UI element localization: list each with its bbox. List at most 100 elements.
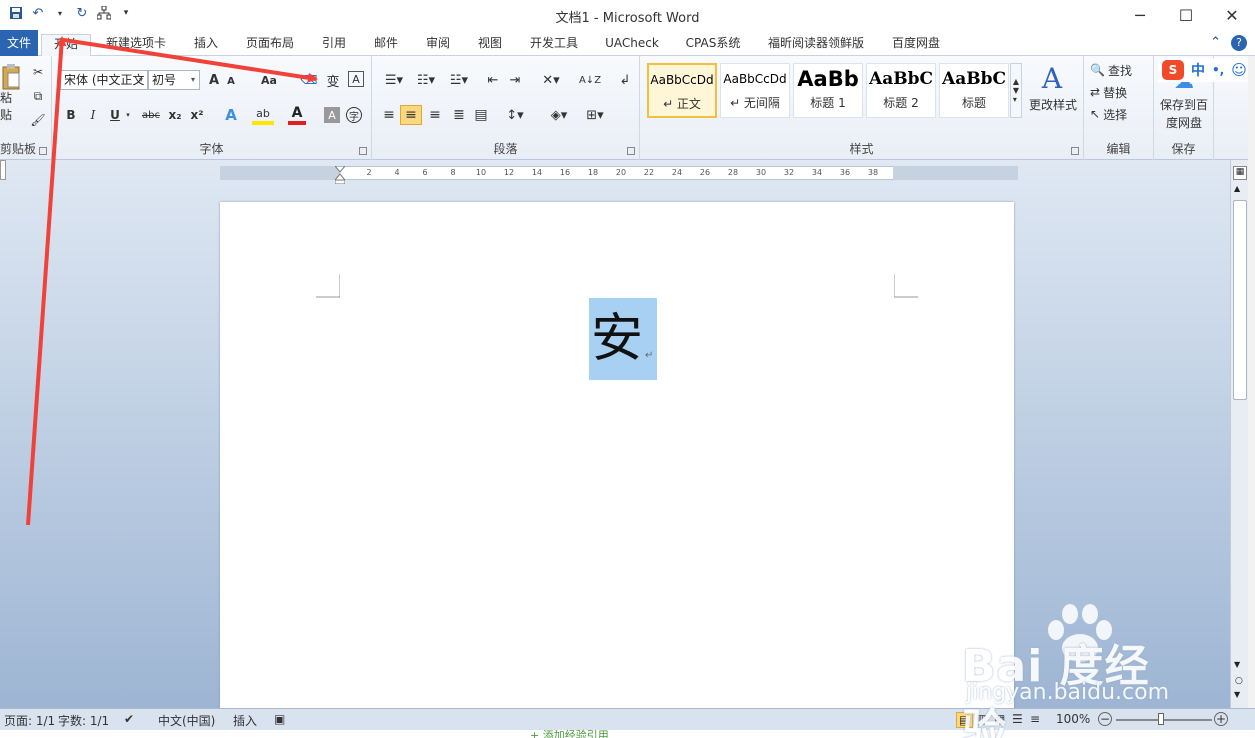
next-page-icon[interactable]: ▼ xyxy=(1234,690,1240,699)
save-to-netdisk-line2[interactable]: 度网盘 xyxy=(1154,114,1214,130)
format-painter-icon[interactable]: 🖌 xyxy=(30,112,46,128)
customize-qat-icon[interactable]: ▾ xyxy=(118,5,134,21)
browse-object-icon[interactable]: ○ xyxy=(1235,676,1243,686)
tab-file[interactable]: 文件 xyxy=(0,30,38,56)
character-border-icon[interactable]: A xyxy=(348,71,364,87)
tab-view[interactable]: 视图 xyxy=(470,34,510,56)
font-name-select[interactable]: 宋体 (中文正文 ▾ xyxy=(60,70,148,90)
styles-launcher-icon[interactable] xyxy=(1071,147,1079,155)
enclose-characters-icon[interactable]: 字 xyxy=(346,107,362,123)
styles-scroll-icon[interactable]: ▲ ▼ ▾ xyxy=(1010,63,1022,118)
style-no-spacing[interactable]: AaBbCcDd ↵ 无间隔 xyxy=(720,63,790,118)
style-heading-1[interactable]: AaBb 标题 1 xyxy=(793,63,863,118)
italic-button[interactable]: I xyxy=(86,106,100,124)
decrease-indent-icon[interactable]: ⇤ xyxy=(484,71,502,89)
tab-foxit-reader[interactable]: 福昕阅读器领鲜版 xyxy=(762,34,870,56)
replace-button[interactable]: ⇄ 替换 xyxy=(1090,83,1150,101)
save-icon[interactable] xyxy=(8,5,24,21)
close-button[interactable]: ✕ xyxy=(1209,0,1255,30)
style-title[interactable]: AaBbC 标题 xyxy=(939,63,1009,118)
align-right-icon[interactable]: ≡ xyxy=(426,106,444,124)
cut-icon[interactable]: ✂ xyxy=(30,64,46,80)
copy-icon[interactable]: ⧉ xyxy=(30,88,46,104)
tab-page-layout[interactable]: 页面布局 xyxy=(240,34,300,56)
scrollbar-thumb[interactable] xyxy=(1233,200,1247,400)
numbering-icon[interactable]: ☷▾ xyxy=(412,71,440,89)
font-size-select[interactable]: 初号 ▾ xyxy=(148,70,200,90)
show-marks-icon[interactable]: ↲ xyxy=(616,71,634,89)
undo-icon[interactable]: ↶ xyxy=(30,5,46,21)
selected-text[interactable]: 安 xyxy=(589,298,657,380)
scroll-up-icon[interactable]: ▲ xyxy=(1234,184,1240,193)
paragraph-launcher-icon[interactable] xyxy=(627,147,635,155)
add-reference-link[interactable]: + 添加经验引用 xyxy=(530,727,609,738)
ime-toolbar[interactable]: S 中 •, ☺ xyxy=(1158,58,1255,82)
ime-emoji-icon[interactable]: ☺ xyxy=(1231,61,1247,79)
tab-references[interactable]: 引用 xyxy=(314,34,354,56)
find-button[interactable]: 🔍 查找 xyxy=(1090,61,1150,79)
ime-punctuation-toggle[interactable]: •, xyxy=(1212,63,1224,77)
chinese-layout-icon[interactable]: ✕▾ xyxy=(538,71,564,89)
tab-new-tab[interactable]: 新建选项卡 xyxy=(100,34,172,56)
bold-button[interactable]: B xyxy=(64,106,78,124)
increase-indent-icon[interactable]: ⇥ xyxy=(506,71,524,89)
clear-format-icon[interactable]: ⌫ xyxy=(300,71,318,89)
proofing-icon[interactable]: ✔ xyxy=(124,712,134,726)
subscript-button[interactable]: x₂ xyxy=(166,106,184,124)
align-center-icon[interactable]: ≡ xyxy=(400,105,422,125)
bullets-icon[interactable]: ☰▾ xyxy=(380,71,408,89)
change-styles-icon[interactable]: A xyxy=(1028,60,1076,96)
text-effects-icon[interactable]: A xyxy=(220,105,242,125)
clipboard-launcher-icon[interactable] xyxy=(39,147,47,155)
style-heading-2[interactable]: AaBbC 标题 2 xyxy=(866,63,936,118)
tab-baidu-netdisk[interactable]: 百度网盘 xyxy=(886,34,946,56)
justify-icon[interactable]: ≣ xyxy=(450,106,468,124)
sort-icon[interactable]: A↓Z xyxy=(579,70,601,90)
multilevel-list-icon[interactable]: ☳▾ xyxy=(444,71,474,89)
strikethrough-button[interactable]: abc xyxy=(140,106,162,124)
page-count[interactable]: 页面: 1/1 xyxy=(4,712,55,729)
help-icon[interactable]: ? xyxy=(1231,35,1247,51)
ruler-view-icon[interactable]: ▦ xyxy=(1233,166,1247,180)
underline-dropdown-icon[interactable]: ▾ xyxy=(124,106,132,124)
tab-cpas[interactable]: CPAS系统 xyxy=(680,34,746,56)
style-normal[interactable]: AaBbCcDd ↵ 正文 xyxy=(647,63,717,118)
ime-language-toggle[interactable]: 中 xyxy=(1191,60,1205,80)
collapse-ribbon-icon[interactable]: ⌃ xyxy=(1210,35,1221,51)
character-shading-icon[interactable]: A xyxy=(324,107,340,123)
change-case-button[interactable]: Aa xyxy=(258,71,280,89)
font-launcher-icon[interactable] xyxy=(359,147,367,155)
insert-mode-indicator[interactable]: 插入 xyxy=(233,712,257,729)
distributed-icon[interactable]: ▤ xyxy=(472,106,490,124)
language-indicator[interactable]: 中文(中国) xyxy=(158,712,215,729)
tab-developer[interactable]: 开发工具 xyxy=(524,34,584,56)
underline-button[interactable]: U xyxy=(108,106,122,124)
ruler-toggle-icon[interactable] xyxy=(0,160,6,180)
dropdown-arrow-icon[interactable]: ▾ xyxy=(52,5,68,21)
scroll-down-icon[interactable]: ▼ xyxy=(1234,660,1240,669)
superscript-button[interactable]: x² xyxy=(188,106,206,124)
save-to-netdisk-line1[interactable]: 保存到百 xyxy=(1154,96,1214,112)
tab-uacheck[interactable]: UACheck xyxy=(600,34,664,56)
line-spacing-icon[interactable]: ↕▾ xyxy=(502,106,528,124)
grow-font-button[interactable]: A xyxy=(206,71,222,89)
font-color-icon[interactable]: A xyxy=(288,105,306,125)
word-count[interactable]: 字数: 1/1 xyxy=(58,712,109,729)
phonetic-guide-icon[interactable]: 变 xyxy=(322,70,344,90)
change-styles-button[interactable]: 更改样式 xyxy=(1026,96,1080,112)
maximize-button[interactable]: ☐ xyxy=(1163,0,1209,30)
tab-review[interactable]: 审阅 xyxy=(418,34,458,56)
shading-icon[interactable]: ◈▾ xyxy=(544,105,574,125)
zoom-in-button[interactable]: + xyxy=(1214,712,1228,726)
paste-icon[interactable] xyxy=(0,62,22,92)
align-left-icon[interactable]: ≡ xyxy=(380,106,398,124)
select-button[interactable]: ↖ 选择 xyxy=(1090,105,1150,123)
highlight-color-icon[interactable]: ab xyxy=(252,105,274,125)
borders-icon[interactable]: ⊞▾ xyxy=(580,105,610,125)
macro-record-icon[interactable]: ▣ xyxy=(274,712,285,726)
redo-icon[interactable]: ↻ xyxy=(74,5,90,21)
minimize-button[interactable]: ─ xyxy=(1117,0,1163,30)
network-icon[interactable] xyxy=(96,5,112,21)
tab-insert[interactable]: 插入 xyxy=(186,34,226,56)
indent-marker-icon[interactable] xyxy=(333,165,347,185)
